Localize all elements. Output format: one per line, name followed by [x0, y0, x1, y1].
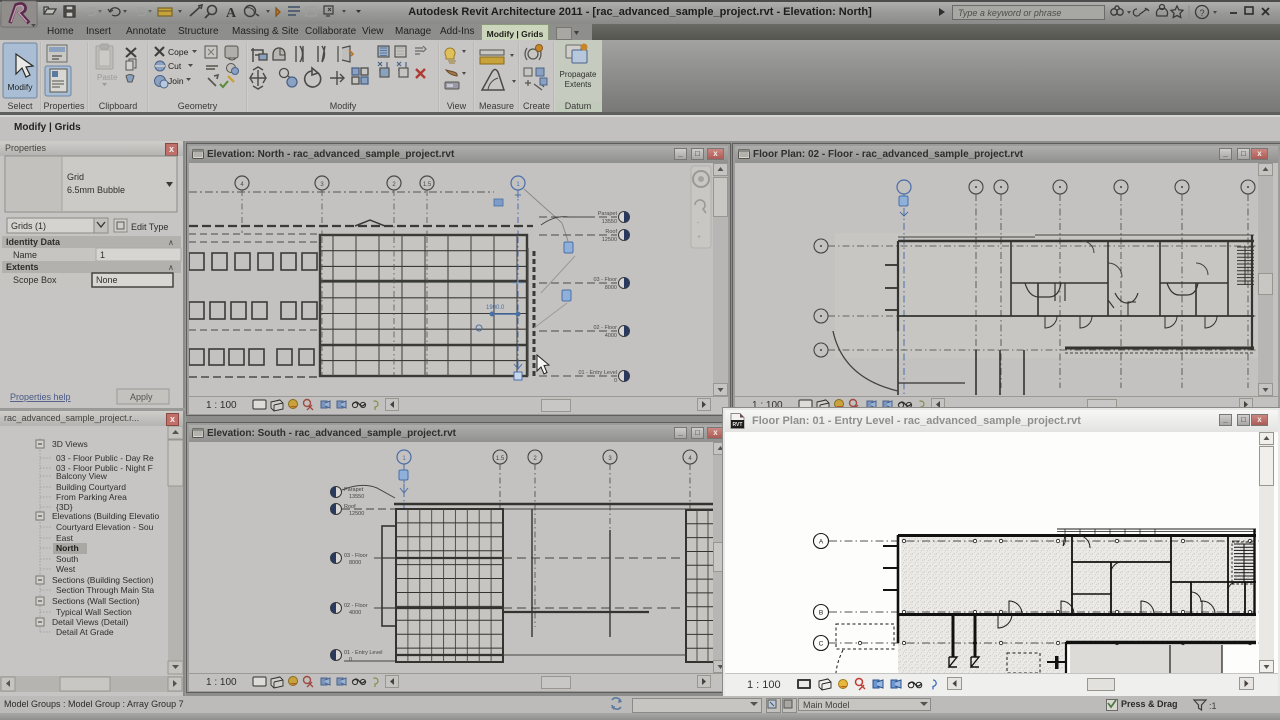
svg-text:Parapet: Parapet	[598, 211, 618, 217]
svg-text:A: A	[819, 539, 824, 546]
svg-text:1: 1	[100, 250, 105, 260]
svg-text:East: East	[56, 533, 74, 543]
svg-text:+: +	[697, 234, 701, 241]
svg-text:∧: ∧	[168, 238, 174, 247]
svg-text:02 - Floor: 02 - Floor	[593, 325, 617, 331]
svg-text:∧: ∧	[168, 263, 174, 272]
svg-text:Typical Wall Section: Typical Wall Section	[56, 607, 132, 617]
svg-text:Extents: Extents	[6, 262, 39, 272]
svg-text:Grids (1): Grids (1)	[11, 221, 46, 231]
svg-text:Extents: Extents	[565, 80, 592, 89]
svg-text:Name: Name	[13, 250, 37, 260]
svg-text:Cope: Cope	[168, 47, 189, 57]
svg-text:Identity Data: Identity Data	[6, 237, 61, 247]
svg-text:Sections (Building Section): Sections (Building Section)	[52, 575, 154, 585]
svg-text:1: 1	[516, 182, 520, 188]
svg-text:13550: 13550	[349, 494, 364, 500]
svg-text:2: 2	[533, 456, 537, 462]
svg-text:Grid: Grid	[67, 172, 84, 182]
svg-text:03 - Floor: 03 - Floor	[593, 277, 617, 283]
svg-text:From Parking Area: From Parking Area	[56, 492, 127, 502]
svg-text:01 - Entry Level: 01 - Entry Level	[344, 650, 383, 656]
svg-text:1.5: 1.5	[496, 456, 505, 462]
svg-text:B: B	[819, 610, 823, 617]
svg-text:8000: 8000	[605, 285, 617, 291]
svg-text:4000: 4000	[349, 610, 361, 616]
svg-text:03 - Floor Public - Day Re: 03 - Floor Public - Day Re	[56, 453, 154, 463]
svg-text:Section Through Main Sta: Section Through Main Sta	[56, 585, 154, 595]
svg-text:6.5mm Bubble: 6.5mm Bubble	[67, 185, 125, 195]
svg-text:Properties help: Properties help	[10, 392, 71, 402]
svg-text:Elevations (Building Elevatio: Elevations (Building Elevatio	[52, 511, 160, 521]
svg-text:1.5: 1.5	[423, 182, 432, 188]
svg-text:1900.0: 1900.0	[486, 305, 505, 311]
svg-text:4: 4	[240, 182, 244, 188]
svg-text:8000: 8000	[349, 560, 361, 566]
svg-text:A: A	[226, 6, 237, 21]
svg-text:02 - Floor: 02 - Floor	[344, 603, 368, 609]
svg-text::1: :1	[1209, 701, 1217, 711]
svg-text:3: 3	[608, 456, 612, 462]
svg-text:4: 4	[688, 456, 692, 462]
svg-text:1: 1	[402, 456, 406, 462]
svg-text:Propagate: Propagate	[560, 70, 597, 79]
svg-text:Paste: Paste	[97, 73, 118, 82]
svg-text:Roof: Roof	[605, 229, 617, 235]
svg-text:0: 0	[614, 378, 617, 384]
svg-text:Scope Box: Scope Box	[13, 275, 57, 285]
svg-text:West: West	[56, 564, 76, 574]
svg-text:Apply: Apply	[130, 392, 153, 402]
svg-text:Building Courtyard: Building Courtyard	[56, 482, 126, 492]
svg-text:Sections (Wall Section): Sections (Wall Section)	[52, 596, 140, 606]
svg-text:01 - Entry Level: 01 - Entry Level	[578, 370, 617, 376]
svg-text:?: ?	[1200, 8, 1205, 18]
svg-text:C: C	[819, 641, 824, 648]
svg-text:12500: 12500	[602, 237, 617, 243]
svg-text:2: 2	[392, 182, 396, 188]
svg-text:Modify: Modify	[7, 82, 33, 92]
svg-text:4000: 4000	[605, 333, 617, 339]
svg-text:3: 3	[320, 182, 324, 188]
svg-text:Courtyard Elevation - Sou: Courtyard Elevation - Sou	[56, 522, 154, 532]
svg-text:Detail At Grade: Detail At Grade	[56, 627, 114, 637]
svg-text:3D Views: 3D Views	[52, 439, 88, 449]
svg-text:13550: 13550	[602, 219, 617, 225]
svg-text:RVT: RVT	[733, 422, 743, 428]
svg-text:North: North	[56, 543, 79, 553]
svg-text:South: South	[56, 554, 78, 564]
svg-text:0: 0	[349, 657, 352, 663]
svg-text:Edit Type: Edit Type	[131, 222, 168, 232]
svg-text:12500: 12500	[349, 511, 364, 517]
svg-text:Balcony View: Balcony View	[56, 471, 108, 481]
svg-text:Cut: Cut	[168, 61, 182, 71]
svg-text:03 - Floor: 03 - Floor	[344, 553, 368, 559]
svg-text:Detail Views (Detail): Detail Views (Detail)	[52, 617, 129, 627]
svg-text:None: None	[96, 275, 118, 285]
svg-text:Join: Join	[168, 76, 184, 86]
